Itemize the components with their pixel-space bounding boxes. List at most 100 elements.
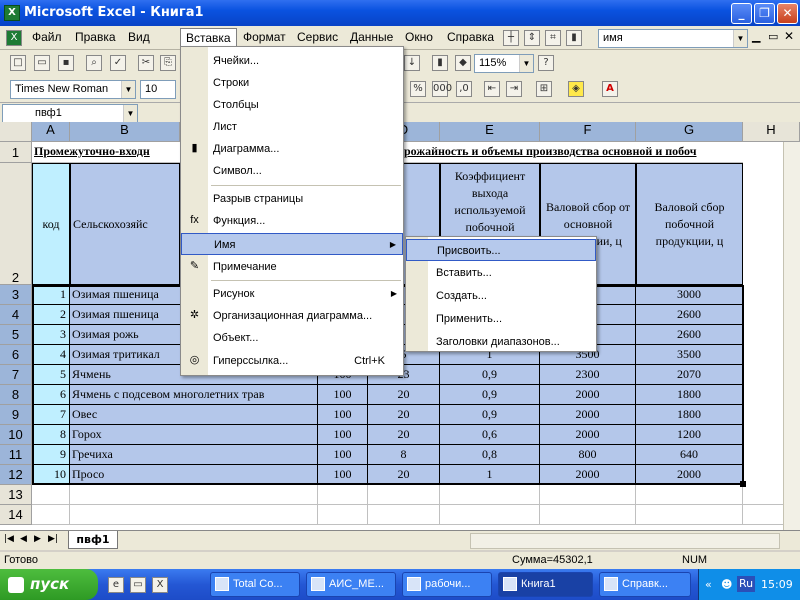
empty-cell[interactable] [540,505,636,525]
title-cell-right[interactable]: рожайность и объемы производства основно… [402,142,743,163]
empty-cell[interactable] [318,505,368,525]
cell-g[interactable]: 3000 [636,285,743,305]
doc-close-icon[interactable]: ✕ [784,29,794,43]
row-header[interactable]: 9 [0,405,32,425]
cell-d[interactable]: 8 [368,445,440,465]
thousands-icon[interactable]: 000 [432,81,452,97]
cell-e[interactable]: 0,9 [440,405,540,425]
menu-file[interactable]: Файл [32,30,62,44]
empty-cell[interactable] [440,505,540,525]
cell-c[interactable]: 100 [318,405,368,425]
insert-menu-item[interactable]: ✎ Примечание [181,256,403,278]
cut-icon[interactable]: ✂ [138,55,154,71]
insert-menu-item[interactable]: fx Функция... [181,210,403,232]
increase-indent-icon[interactable]: ⇥ [506,81,522,97]
menu-window[interactable]: Окно [405,30,433,44]
insert-menu-item[interactable]: Столбцы [181,94,403,116]
spelling-icon[interactable]: ✓ [110,55,126,71]
copy-icon[interactable]: ⎘ [160,55,176,71]
increase-decimal-icon[interactable]: ,0 [456,81,472,97]
empty-cell[interactable] [32,505,70,525]
sort-icon[interactable]: ↓ [404,55,420,71]
empty-cell[interactable] [368,505,440,525]
cell-b[interactable]: Овес [70,405,318,425]
menu-data[interactable]: Данные [350,30,393,44]
horizontal-scrollbar[interactable] [470,533,780,549]
insert-menu-item[interactable]: Разрыв страницы [181,188,403,210]
empty-cell[interactable] [636,485,743,505]
open-icon[interactable]: ▭ [34,55,50,71]
chart-wizard-icon[interactable]: ▮ [566,30,582,46]
column-header-f[interactable]: F [540,122,636,142]
new-icon[interactable]: □ [10,55,26,71]
cell-d[interactable]: 20 [368,465,440,485]
cell-f[interactable]: 2000 [540,385,636,405]
cell-a[interactable]: 3 [32,325,70,345]
row-header[interactable]: 14 [0,505,32,525]
header-gross-by[interactable]: Валовой сбор побочной продукции, ц [636,163,743,285]
cell-c[interactable]: 100 [318,465,368,485]
cell-b[interactable]: Просо [70,465,318,485]
insert-menu-item[interactable]: Рисунок ▶ [181,283,403,305]
workbook-icon[interactable]: X [6,30,22,46]
column-header-g[interactable]: G [636,122,743,142]
doc-minimize-icon[interactable]: ▁ [752,30,760,43]
task-help[interactable]: Справк... [599,572,691,597]
task-ais[interactable]: АИС_МЕ... [306,572,396,597]
empty-cell[interactable] [540,485,636,505]
name-submenu-item[interactable]: Заголовки диапазонов... [406,331,596,353]
close-button[interactable]: ✕ [777,3,798,24]
decrease-indent-icon[interactable]: ⇤ [484,81,500,97]
empty-cell[interactable] [70,485,318,505]
cell-g[interactable]: 2600 [636,305,743,325]
cell-a[interactable]: 7 [32,405,70,425]
cell-f[interactable]: 2300 [540,365,636,385]
sheet-tab[interactable]: пвф1 [68,531,118,549]
insert-menu-item[interactable]: ✲ Организационная диаграмма... [181,305,403,327]
cell-e[interactable]: 1 [440,465,540,485]
cell-g[interactable]: 640 [636,445,743,465]
prev-sheet-icon[interactable]: ◀ [20,534,27,544]
language-indicator[interactable]: Ru [737,576,756,592]
cell-d[interactable]: 20 [368,405,440,425]
cell-a[interactable]: 6 [32,385,70,405]
split-icon[interactable]: ┼ [503,30,519,46]
cell-c[interactable]: 100 [318,385,368,405]
empty-cell[interactable] [32,485,70,505]
font-select[interactable]: Times New Roman ▼ [10,80,136,99]
cell-g[interactable]: 1200 [636,425,743,445]
cell-a[interactable]: 5 [32,365,70,385]
insert-menu-item[interactable]: Объект... [181,327,403,349]
column-header-e[interactable]: E [440,122,540,142]
insert-menu-item[interactable]: Имя ▶ [181,233,403,255]
quicklaunch-ie-icon[interactable]: e [108,577,124,593]
cell-e[interactable]: 0,8 [440,445,540,465]
fill-color-icon[interactable]: ◈ [568,81,584,97]
restore-button[interactable]: ❐ [754,3,775,24]
insert-menu-item[interactable]: Строки [181,72,403,94]
vertical-scrollbar[interactable] [783,142,800,530]
row-header[interactable]: 1 [0,142,32,163]
column-header-b[interactable]: B [70,122,180,142]
zoom-select[interactable]: 115% ▼ [474,54,534,73]
menu-help[interactable]: Справка [447,30,494,44]
select-all-corner[interactable] [0,122,32,142]
menu-tools[interactable]: Сервис [297,30,338,44]
cell-a[interactable]: 2 [32,305,70,325]
menu-edit[interactable]: Правка [75,30,116,44]
cell-b[interactable]: Гречиха [70,445,318,465]
name-submenu-item[interactable]: Вставить... [406,262,596,284]
cell-d[interactable]: 20 [368,385,440,405]
tray-app-icon[interactable]: ☻ [721,569,732,600]
insert-menu-item[interactable]: ◎ Гиперссылка... Ctrl+K [181,350,403,372]
drawing-icon[interactable]: ◆ [455,55,471,71]
cell-c[interactable]: 100 [318,445,368,465]
format-painter-icon[interactable]: ⌗ [545,30,561,46]
tray-arrow-icon[interactable]: « [705,569,712,600]
row-header[interactable]: 4 [0,305,32,325]
cell-g[interactable]: 1800 [636,405,743,425]
menu-insert[interactable]: Вставка [180,28,237,47]
cell-a[interactable]: 9 [32,445,70,465]
empty-cell[interactable] [440,485,540,505]
title-cell-left[interactable]: Промежуточно-входн [32,142,182,163]
